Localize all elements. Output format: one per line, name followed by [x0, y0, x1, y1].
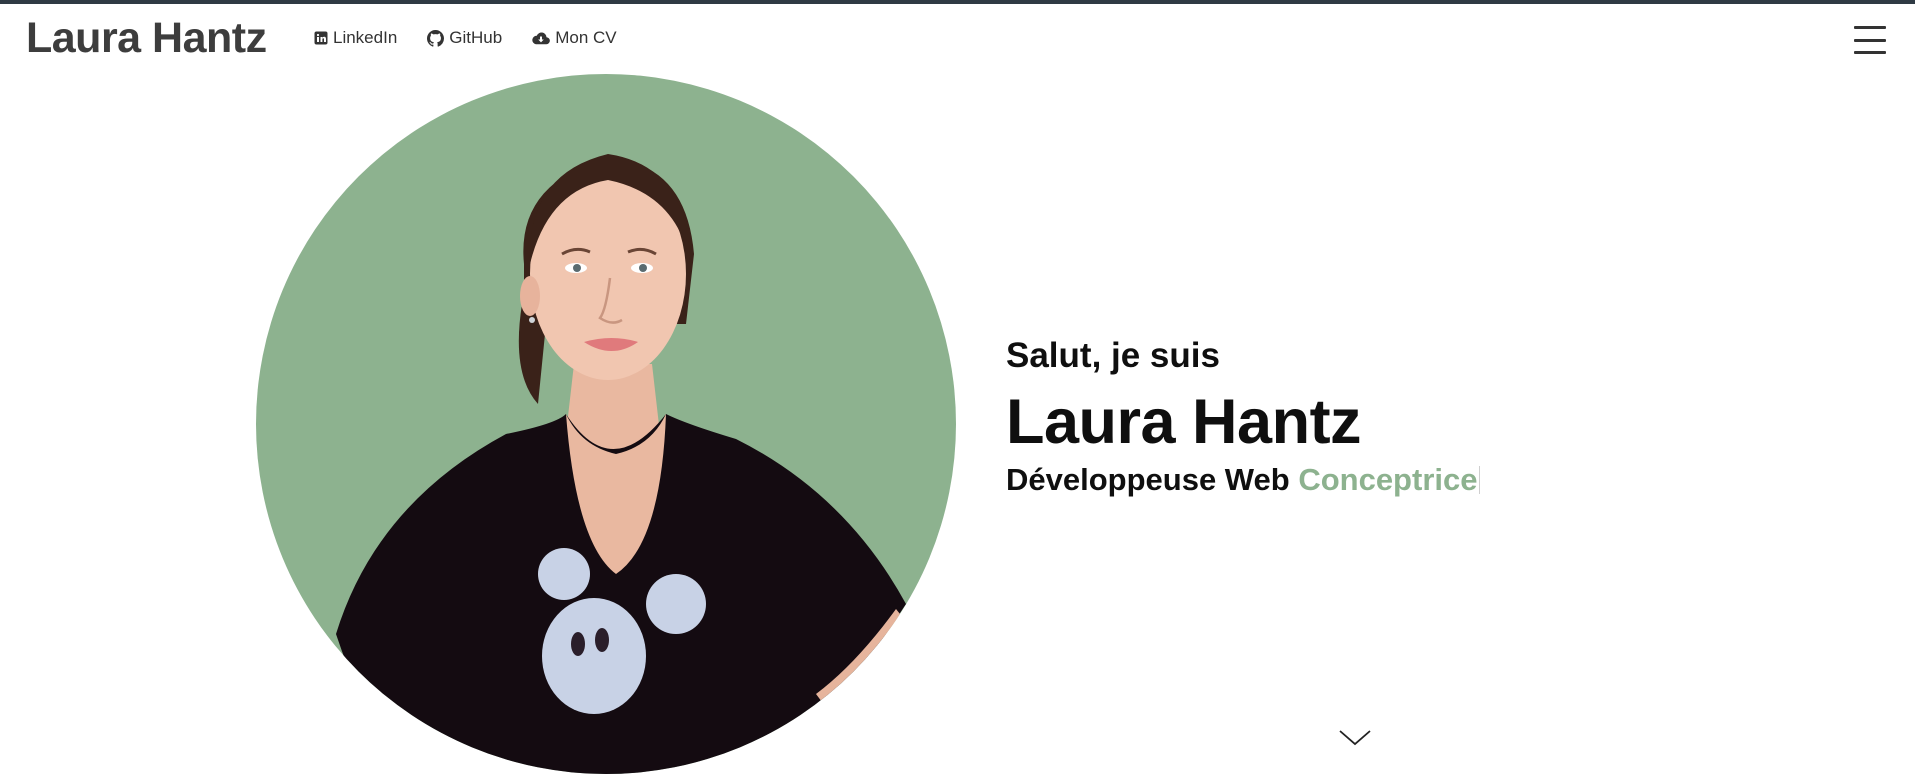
hero-greeting: Salut, je suis — [1006, 336, 1220, 375]
nav-link-github[interactable]: GitHub — [427, 28, 502, 48]
menu-bar — [1854, 38, 1886, 42]
nav-label-github: GitHub — [449, 28, 503, 47]
nav-link-linkedin[interactable]: LinkedIn — [314, 28, 397, 48]
site-header: Laura Hantz LinkedIn GitHub Mon CV — [0, 4, 1915, 72]
profile-photo — [256, 74, 956, 774]
chevron-down-icon — [1339, 730, 1371, 746]
nav-label-cv: Mon CV — [555, 28, 617, 47]
site-brand[interactable]: Laura Hantz — [26, 14, 267, 63]
nav-link-cv[interactable]: Mon CV — [532, 28, 617, 48]
hero-intro: Salut, je suis Laura Hantz Développeuse … — [1006, 336, 1481, 498]
role-prefix: Développeuse Web — [1006, 462, 1290, 497]
nav-label-linkedin: LinkedIn — [333, 28, 398, 47]
social-nav: LinkedIn GitHub Mon CV — [314, 28, 647, 48]
role-typed: Conceptrice — [1298, 462, 1478, 497]
hero-name: Laura Hantz — [1006, 387, 1362, 457]
linkedin-icon — [314, 31, 328, 45]
hamburger-menu-icon[interactable] — [1854, 26, 1886, 54]
menu-bar — [1854, 26, 1886, 29]
hero-role: Développeuse Web Conceptrice — [1006, 462, 1481, 498]
menu-bar — [1854, 51, 1886, 54]
github-icon — [427, 29, 445, 47]
typing-caret — [1479, 466, 1481, 494]
portrait-illustration — [336, 154, 916, 774]
cloud-download-icon — [532, 31, 551, 44]
scroll-down-button[interactable] — [1338, 728, 1372, 748]
